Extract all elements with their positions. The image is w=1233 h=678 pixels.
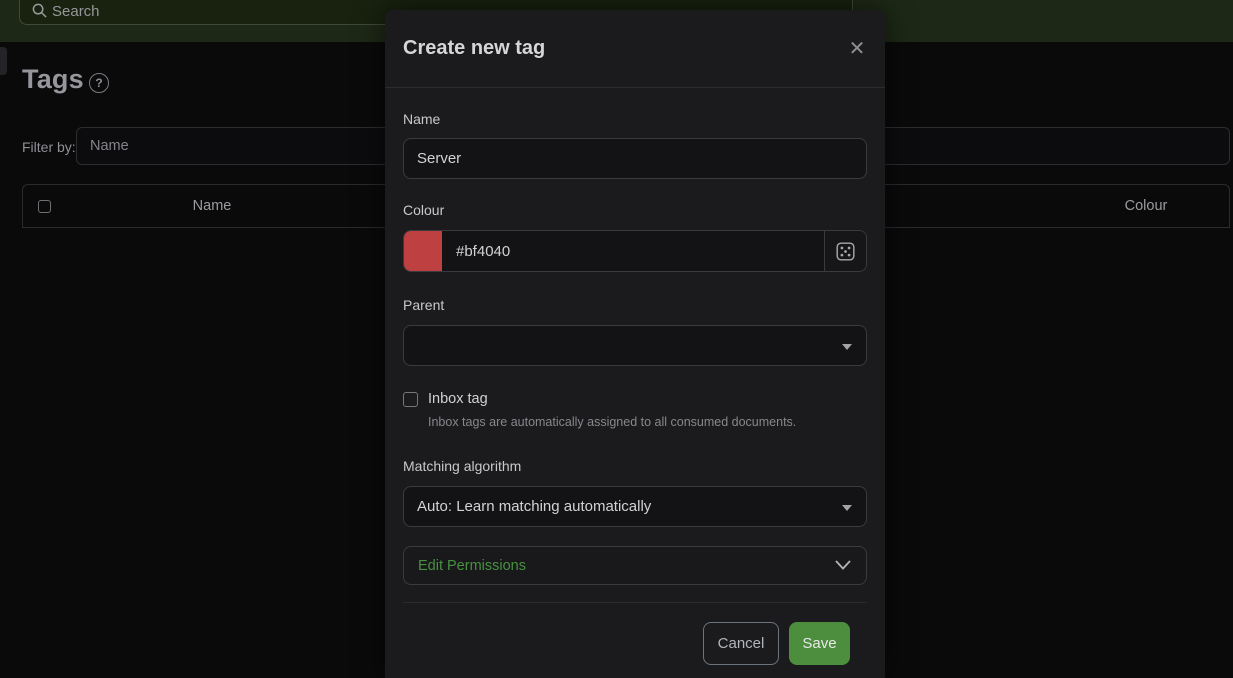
column-header-name[interactable]: Name — [112, 198, 312, 214]
edit-permissions-accordion[interactable]: Edit Permissions — [403, 546, 867, 585]
edit-permissions-label: Edit Permissions — [418, 558, 526, 574]
help-icon[interactable]: ? — [89, 73, 109, 93]
matching-algorithm-label: Matching algorithm — [403, 458, 867, 476]
dice-icon — [836, 242, 855, 261]
colour-swatch[interactable] — [404, 231, 442, 271]
colour-hex-field[interactable] — [442, 231, 824, 271]
close-icon[interactable]: ✕ — [844, 36, 870, 62]
page-title: Tags — [22, 64, 84, 95]
colour-label: Colour — [403, 202, 867, 220]
inbox-tag-checkbox[interactable] — [403, 392, 418, 407]
matching-algorithm-value: Auto: Learn matching automatically — [417, 498, 651, 515]
modal-body: Name Colour Parent — [385, 111, 885, 665]
caret-down-icon — [842, 344, 852, 350]
chevron-down-icon — [834, 559, 852, 571]
name-label: Name — [403, 111, 867, 129]
cancel-button[interactable]: Cancel — [703, 622, 779, 665]
modal-title: Create new tag — [403, 37, 545, 60]
select-all-checkbox[interactable] — [38, 200, 51, 213]
filter-by-label: Filter by: — [22, 139, 76, 155]
colour-input-group — [403, 230, 867, 272]
sidebar-edge-tab — [0, 47, 7, 75]
modal-header: Create new tag ✕ — [385, 10, 885, 88]
caret-down-icon — [842, 505, 852, 511]
app-screen: Tags ? Filter by: Name Colour Create new… — [0, 0, 1233, 678]
inbox-tag-hint: Inbox tags are automatically assigned to… — [428, 415, 867, 431]
search-icon — [32, 3, 47, 18]
name-field[interactable] — [403, 138, 867, 179]
parent-select[interactable] — [403, 325, 867, 366]
modal-footer: Cancel Save — [403, 602, 867, 665]
inbox-tag-label: Inbox tag — [428, 391, 488, 407]
column-header-colour[interactable]: Colour — [1076, 198, 1216, 214]
random-colour-button[interactable] — [824, 231, 866, 271]
matching-algorithm-select[interactable]: Auto: Learn matching automatically — [403, 486, 867, 527]
create-tag-modal: Create new tag ✕ Name Colour — [385, 10, 885, 678]
parent-label: Parent — [403, 297, 867, 315]
inbox-tag-row: Inbox tag — [403, 389, 867, 409]
save-button[interactable]: Save — [789, 622, 850, 665]
